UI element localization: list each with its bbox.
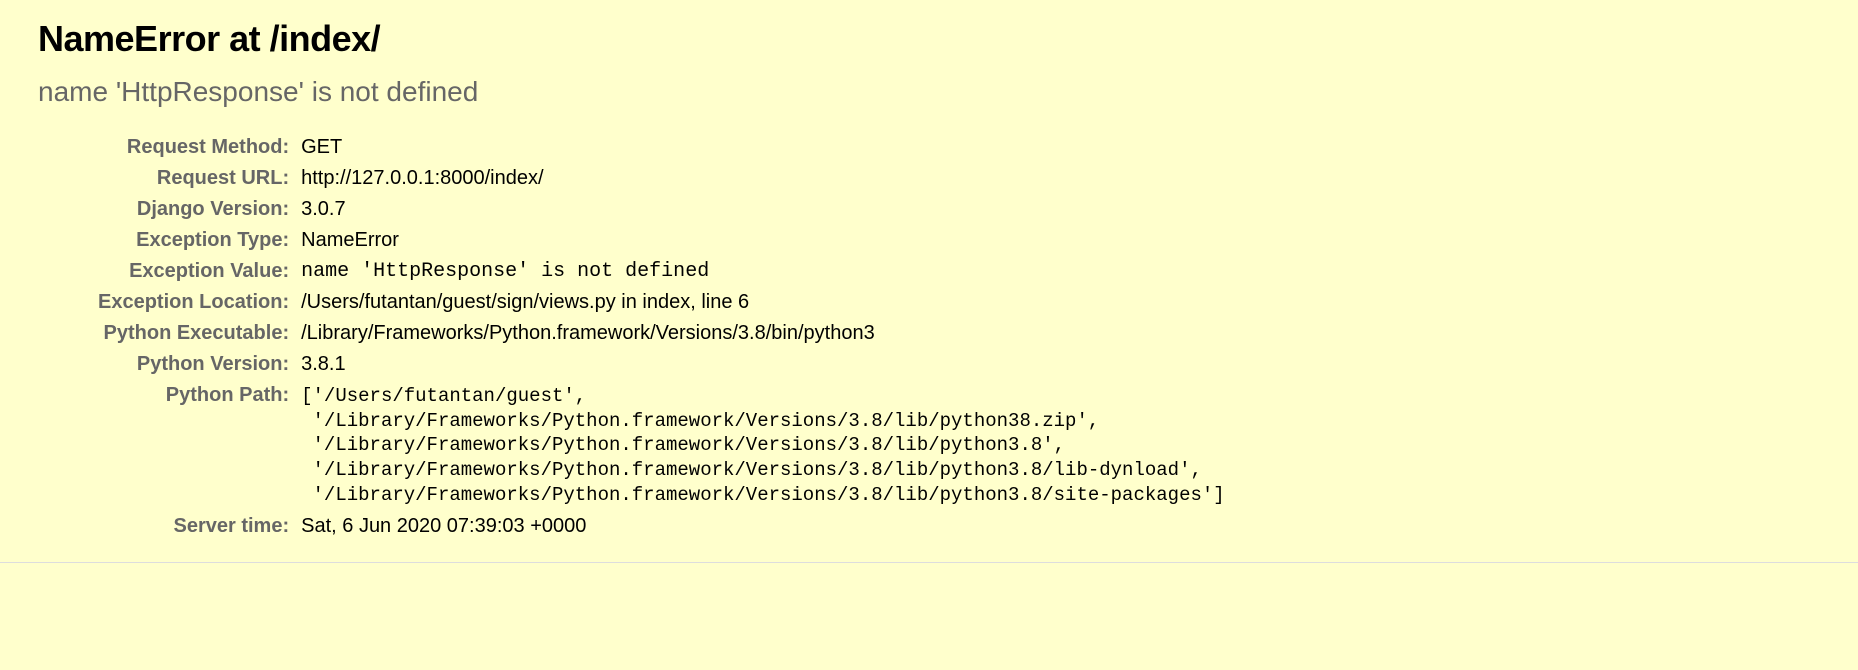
label-python-path: Python Path:	[98, 380, 301, 511]
value-python-executable: /Library/Frameworks/Python.framework/Ver…	[301, 318, 1225, 349]
value-server-time: Sat, 6 Jun 2020 07:39:03 +0000	[301, 511, 1225, 542]
label-python-executable: Python Executable:	[98, 318, 301, 349]
value-exception-location: /Users/futantan/guest/sign/views.py in i…	[301, 287, 1225, 318]
error-meta-table: Request Method: GET Request URL: http://…	[98, 132, 1225, 542]
row-python-path: Python Path: ['/Users/futantan/guest', '…	[98, 380, 1225, 511]
row-server-time: Server time: Sat, 6 Jun 2020 07:39:03 +0…	[98, 511, 1225, 542]
row-python-executable: Python Executable: /Library/Frameworks/P…	[98, 318, 1225, 349]
label-server-time: Server time:	[98, 511, 301, 542]
row-python-version: Python Version: 3.8.1	[98, 349, 1225, 380]
value-python-path: ['/Users/futantan/guest', '/Library/Fram…	[301, 380, 1225, 511]
value-request-method: GET	[301, 132, 1225, 163]
row-django-version: Django Version: 3.0.7	[98, 194, 1225, 225]
label-exception-location: Exception Location:	[98, 287, 301, 318]
error-summary: NameError at /index/ name 'HttpResponse'…	[0, 0, 1858, 563]
label-django-version: Django Version:	[98, 194, 301, 225]
row-request-url: Request URL: http://127.0.0.1:8000/index…	[98, 163, 1225, 194]
value-request-url: http://127.0.0.1:8000/index/	[301, 163, 1225, 194]
error-subtitle: name 'HttpResponse' is not defined	[38, 76, 1820, 108]
row-exception-value: Exception Value: name 'HttpResponse' is …	[98, 256, 1225, 287]
row-exception-location: Exception Location: /Users/futantan/gues…	[98, 287, 1225, 318]
label-exception-type: Exception Type:	[98, 225, 301, 256]
value-exception-type: NameError	[301, 225, 1225, 256]
label-request-url: Request URL:	[98, 163, 301, 194]
value-exception-value: name 'HttpResponse' is not defined	[301, 256, 1225, 287]
python-path-pre: ['/Users/futantan/guest', '/Library/Fram…	[301, 384, 1225, 507]
value-python-version: 3.8.1	[301, 349, 1225, 380]
error-title: NameError at /index/	[38, 18, 1820, 60]
value-django-version: 3.0.7	[301, 194, 1225, 225]
row-exception-type: Exception Type: NameError	[98, 225, 1225, 256]
label-exception-value: Exception Value:	[98, 256, 301, 287]
row-request-method: Request Method: GET	[98, 132, 1225, 163]
label-python-version: Python Version:	[98, 349, 301, 380]
label-request-method: Request Method:	[98, 132, 301, 163]
